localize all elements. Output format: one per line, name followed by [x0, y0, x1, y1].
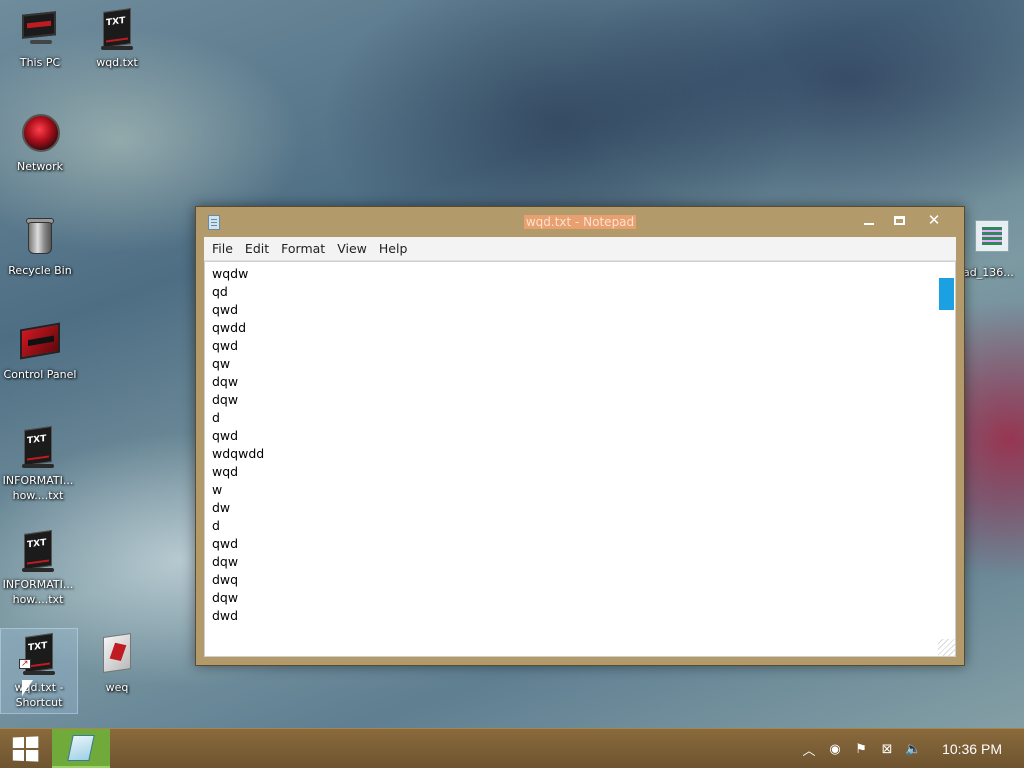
notepad-icon — [67, 734, 95, 761]
desktop-icon-label: INFORMATI... how....txt — [2, 578, 74, 606]
close-icon: ✕ — [927, 211, 941, 229]
menu-help[interactable]: Help — [373, 237, 414, 261]
action-center-flag-icon[interactable]: ⚑ — [848, 729, 874, 768]
desktop-icon-information-2[interactable]: TXT INFORMATI... how....txt — [0, 530, 76, 607]
desktop-icon-wqd-txt[interactable]: TXT wqd.txt — [79, 8, 155, 70]
desktop-icon-wqd-shortcut[interactable]: TXT wqd.txt - Shortcut — [0, 628, 78, 714]
start-button[interactable] — [0, 729, 50, 768]
title-bar[interactable]: wqd.txt - Notepad ✕ — [196, 207, 964, 237]
maximize-button[interactable] — [885, 211, 913, 229]
desktop-icon-network[interactable]: Network — [2, 112, 78, 174]
network-icon — [18, 112, 62, 156]
text-editor[interactable]: wqdw qd qwd qwdd qwd qw dqw dqw d qwd wd… — [204, 261, 956, 657]
antivirus-icon[interactable]: ◉ — [822, 729, 848, 768]
maximize-icon — [893, 215, 905, 225]
image-file-icon — [971, 218, 1015, 262]
desktop-icon-weq[interactable]: weq — [79, 633, 155, 695]
desktop-icon-label: Network — [17, 160, 63, 173]
minimize-button[interactable] — [855, 211, 883, 229]
desktop-icon-label: This PC — [19, 56, 61, 69]
chevron-up-icon[interactable]: ︿ — [796, 729, 822, 768]
minimize-icon — [864, 222, 874, 225]
document-text[interactable]: wqdw qd qwd qwdd qwd qw dqw dqw d qwd wd… — [212, 265, 264, 625]
vertical-scrollbar[interactable] — [938, 262, 955, 639]
notepad-window[interactable]: wqd.txt - Notepad ✕ File Edit Format Vie… — [195, 206, 965, 666]
system-tray: ︿ ◉ ⚑ ⊠ 🔈 10:36 PM — [796, 729, 1024, 768]
desktop-icon-label: wqd.txt — [96, 56, 138, 69]
text-file-icon: TXT — [95, 8, 139, 52]
recycle-bin-icon — [18, 216, 62, 260]
desktop-icon-label: Control Panel — [3, 368, 77, 381]
desktop-icon-label: ad_136... — [963, 266, 1014, 279]
windows-logo-icon — [12, 736, 39, 762]
clock[interactable]: 10:36 PM — [926, 741, 1024, 757]
control-panel-icon — [18, 320, 62, 364]
close-button[interactable]: ✕ — [920, 211, 948, 229]
menu-format[interactable]: Format — [275, 237, 331, 261]
text-file-shortcut-icon: TXT — [17, 633, 61, 677]
desktop-icon-control-panel[interactable]: Control Panel — [2, 320, 78, 382]
desktop-icon-ad-136[interactable]: ad_136... — [955, 218, 1024, 280]
taskbar-notepad-button[interactable] — [52, 729, 110, 768]
menu-file[interactable]: File — [206, 237, 239, 261]
text-file-icon: TXT — [16, 426, 60, 470]
network-icon[interactable]: ⊠ — [874, 729, 900, 768]
desktop-icon-label: INFORMATI... how....txt — [2, 474, 74, 502]
desktop-icon-this-pc[interactable]: This PC — [2, 8, 78, 70]
menu-view[interactable]: View — [331, 237, 373, 261]
volume-icon[interactable]: 🔈 — [900, 729, 926, 768]
text-file-icon: TXT — [16, 530, 60, 574]
this-pc-icon — [18, 8, 62, 52]
desktop-icon-information-1[interactable]: TXT INFORMATI... how....txt — [0, 426, 76, 503]
desktop-icon-label: wqd.txt - Shortcut — [14, 681, 64, 709]
desktop-icon-recycle-bin[interactable]: Recycle Bin — [2, 216, 78, 278]
shortcut-arrow-icon — [19, 657, 31, 672]
desktop-icon-label: Recycle Bin — [8, 264, 72, 277]
document-icon — [95, 633, 139, 677]
menu-bar: File Edit Format View Help — [204, 237, 956, 261]
resize-grip[interactable] — [938, 639, 955, 656]
scrollbar-thumb[interactable] — [939, 278, 954, 310]
menu-edit[interactable]: Edit — [239, 237, 275, 261]
taskbar: ︿ ◉ ⚑ ⊠ 🔈 10:36 PM — [0, 728, 1024, 768]
desktop-icon-label: weq — [105, 681, 129, 694]
window-title: wqd.txt - Notepad — [523, 215, 637, 229]
